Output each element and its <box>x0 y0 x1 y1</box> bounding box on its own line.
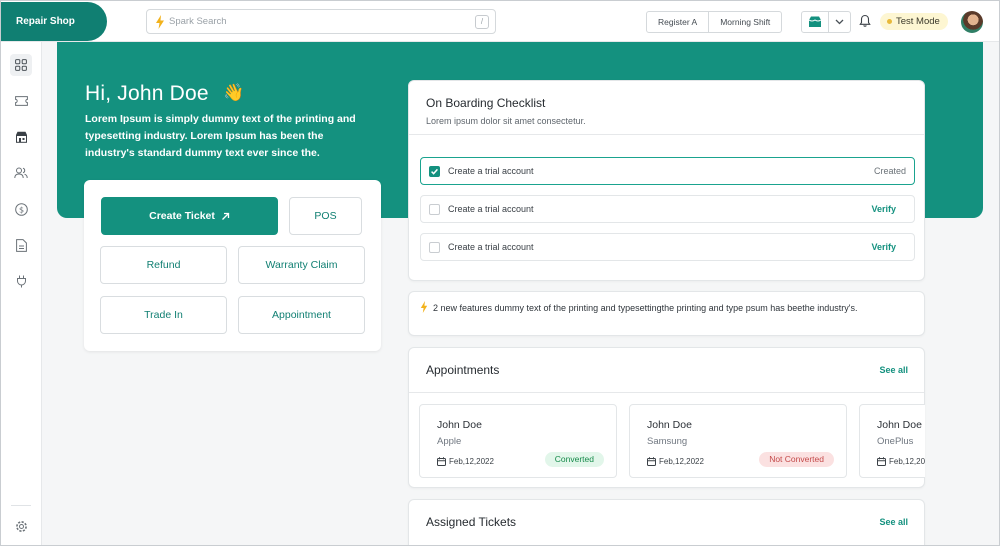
users-icon <box>14 167 28 179</box>
onboarding-checklist-card: On Boarding Checklist Lorem ipsum dolor … <box>408 80 925 281</box>
appointment-date: Feb,12,2022 <box>877 457 925 466</box>
appointments-card: Appointments See all John Doe Apple Feb,… <box>408 347 925 488</box>
checklist-item[interactable]: Create a trial account Created <box>420 157 915 185</box>
checklist-subtitle: Lorem ipsum dolor sit amet consectetur. <box>426 116 586 126</box>
check-icon <box>431 168 438 175</box>
appointments-list: John Doe Apple Feb,12,2022 Converted Joh… <box>419 404 925 480</box>
user-avatar[interactable] <box>961 11 983 33</box>
appointment-card[interactable]: John Doe Samsung Feb,12,2022 Not Convert… <box>629 404 847 478</box>
bell-icon[interactable] <box>858 14 872 28</box>
checklist-item-status: Created <box>873 166 906 176</box>
date-text: Feb,12,2022 <box>659 457 704 466</box>
checklist-item[interactable]: Create a trial account Verify <box>420 195 915 223</box>
trade-in-button[interactable]: Trade In <box>100 296 227 334</box>
assigned-tickets-see-all-link[interactable]: See all <box>879 517 908 527</box>
search-shortcut-badge: / <box>475 15 489 29</box>
checklist-item-label: Create a trial account <box>448 242 534 252</box>
arrow-up-right-icon <box>221 212 230 220</box>
plug-icon <box>16 275 26 287</box>
calendar-icon <box>437 457 446 466</box>
create-ticket-button[interactable]: Create Ticket <box>101 197 278 235</box>
shift-button[interactable]: Morning Shift <box>708 12 781 32</box>
verify-link[interactable]: Verify <box>871 242 896 252</box>
grid-icon <box>15 59 27 71</box>
calendar-icon <box>877 457 886 466</box>
create-ticket-label: Create Ticket <box>149 210 215 222</box>
appointment-card[interactable]: John Doe OnePlus Feb,12,2022 <box>859 404 925 478</box>
sidebar-item-integrations[interactable] <box>10 270 32 292</box>
checkbox[interactable] <box>429 204 440 215</box>
feature-announcement-text: 2 new features dummy text of the printin… <box>433 303 858 313</box>
verify-link[interactable]: Verify <box>871 204 896 214</box>
customer-name: John Doe <box>877 419 922 431</box>
status-dot-icon <box>887 19 892 24</box>
store-icon <box>802 12 829 32</box>
document-icon <box>15 238 27 252</box>
refund-button[interactable]: Refund <box>100 246 227 284</box>
ticket-icon <box>14 96 28 106</box>
appointments-see-all-link[interactable]: See all <box>879 365 908 375</box>
appointment-date: Feb,12,2022 <box>647 457 704 466</box>
app-window: Repair Shop Spark Search / Register A Mo… <box>0 0 1000 546</box>
sidebar-item-customers[interactable] <box>10 162 32 184</box>
bolt-icon <box>420 301 428 313</box>
checkbox[interactable] <box>429 166 440 177</box>
chevron-down-icon[interactable] <box>829 12 850 32</box>
top-bar: Repair Shop Spark Search / Register A Mo… <box>1 1 999 42</box>
register-shift-selector: Register A Morning Shift <box>646 11 783 33</box>
checklist-item-label: Create a trial account <box>448 166 534 176</box>
register-button[interactable]: Register A <box>647 12 708 32</box>
divider <box>409 392 924 393</box>
sidebar-item-tickets[interactable] <box>10 90 32 112</box>
sidebar-item-dashboard[interactable] <box>10 54 32 76</box>
dollar-icon: $ <box>14 202 28 216</box>
gear-icon <box>15 520 27 532</box>
device-brand: OnePlus <box>877 436 914 447</box>
greeting-heading: Hi, John Doe <box>85 82 209 105</box>
test-mode-badge[interactable]: Test Mode <box>880 13 948 30</box>
date-text: Feb,12,2022 <box>889 457 925 466</box>
checklist-item-label: Create a trial account <box>448 204 534 214</box>
bolt-icon <box>156 15 164 29</box>
search-input[interactable]: Spark Search / <box>146 9 496 34</box>
svg-text:$: $ <box>18 205 23 214</box>
assigned-tickets-card: Assigned Tickets See all <box>408 499 925 545</box>
waving-hand-icon: 👋 <box>223 83 245 102</box>
calendar-icon <box>647 457 656 466</box>
feature-announcement: 2 new features dummy text of the printin… <box>408 291 925 336</box>
appointment-card[interactable]: John Doe Apple Feb,12,2022 Converted <box>419 404 617 478</box>
store-icon <box>15 131 27 143</box>
sidebar-item-store[interactable] <box>10 126 32 148</box>
pos-button[interactable]: POS <box>289 197 362 235</box>
customer-name: John Doe <box>437 419 482 431</box>
appointments-title: Appointments <box>426 363 500 377</box>
device-brand: Samsung <box>647 436 688 447</box>
appointment-date: Feb,12,2022 <box>437 457 494 466</box>
device-brand: Apple <box>437 436 462 447</box>
checkbox[interactable] <box>429 242 440 253</box>
search-placeholder: Spark Search <box>169 16 227 27</box>
date-text: Feb,12,2022 <box>449 457 494 466</box>
sidebar-item-payments[interactable]: $ <box>10 198 32 220</box>
checklist-item[interactable]: Create a trial account Verify <box>420 233 915 261</box>
quick-actions-card: Create Ticket POS Refund Warranty Claim … <box>84 180 381 351</box>
sidebar-item-settings[interactable] <box>10 515 32 537</box>
sidebar-divider <box>11 505 31 506</box>
brand-logo[interactable]: Repair Shop <box>1 2 107 41</box>
assigned-tickets-title: Assigned Tickets <box>426 515 517 529</box>
customer-name: John Doe <box>647 419 692 431</box>
status-badge: Not Converted <box>759 452 834 467</box>
intro-text: Lorem Ipsum is simply dummy text of the … <box>85 113 356 159</box>
checklist-title: On Boarding Checklist <box>426 96 546 110</box>
test-mode-label: Test Mode <box>896 16 940 27</box>
sidebar-item-reports[interactable] <box>10 234 32 256</box>
warranty-claim-button[interactable]: Warranty Claim <box>238 246 365 284</box>
appointment-button[interactable]: Appointment <box>238 296 365 334</box>
divider <box>409 134 924 135</box>
status-badge: Converted <box>544 452 604 467</box>
store-switcher[interactable] <box>801 11 851 33</box>
sidebar: $ <box>1 42 42 545</box>
